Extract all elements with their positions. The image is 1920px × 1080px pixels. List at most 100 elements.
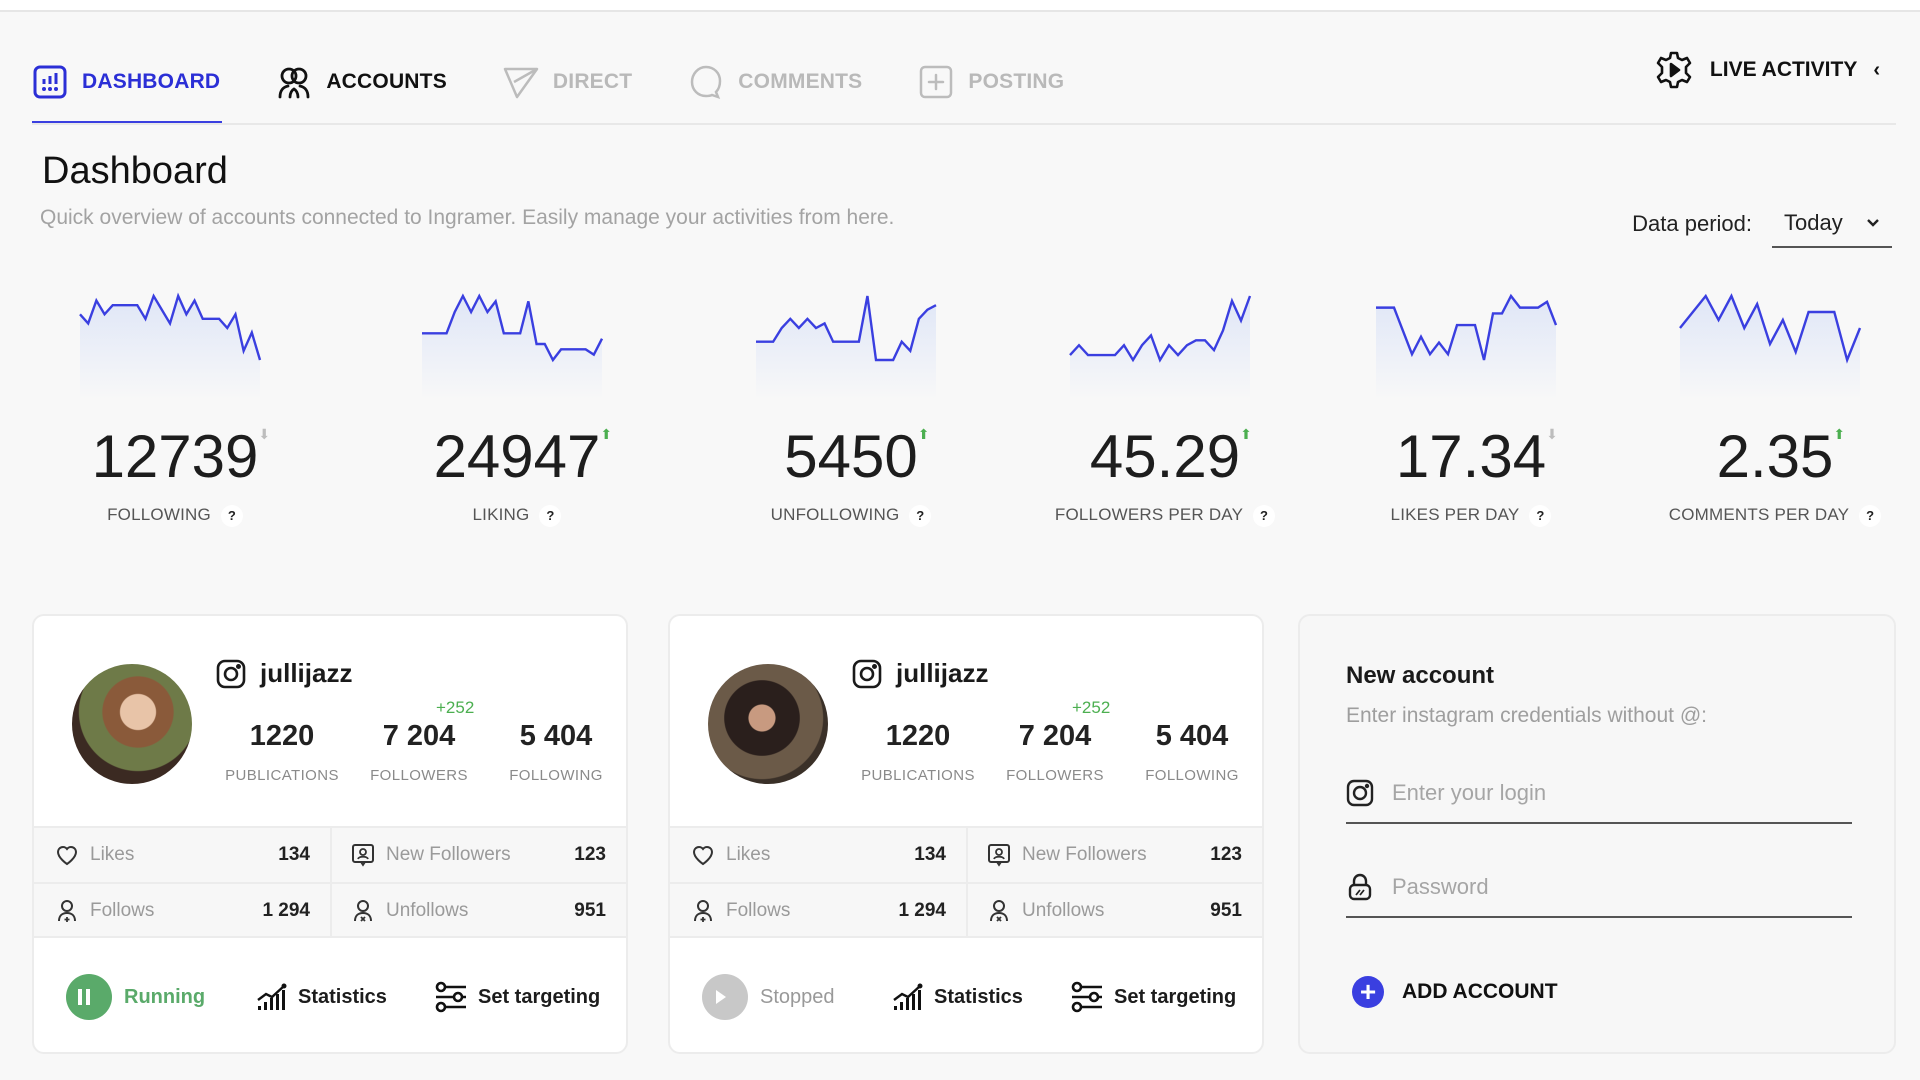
data-period-value: Today (1784, 210, 1843, 235)
help-icon[interactable]: ? (1529, 505, 1552, 527)
status-label: Running (124, 985, 206, 1008)
gear-play-icon (1656, 51, 1692, 89)
account-username[interactable]: jullijazz (216, 658, 352, 689)
set-targeting-label: Set targeting (478, 985, 601, 1008)
account-actions: Running Statistics Set targeting (34, 938, 626, 1052)
followers-delta: +252 (1072, 698, 1111, 717)
top-divider (0, 10, 1920, 12)
password-field (1346, 858, 1852, 918)
nav-accounts-label: ACCOUNTS (326, 70, 447, 93)
sparkline-area (422, 296, 602, 400)
statistics-label: Statistics (934, 985, 1023, 1008)
statistics-button[interactable]: Statistics (256, 982, 387, 1012)
metric-label-text: UNFOLLOWING (770, 505, 900, 524)
sparkline-area (1070, 296, 1250, 400)
username-text: jullijazz (896, 658, 989, 688)
metric-label: COMMENTS PER DAY? (1640, 505, 1910, 527)
metric-label-text: FOLLOWERS PER DAY (1054, 505, 1244, 524)
metric-label: FOLLOWING? (40, 505, 310, 527)
trend-up-icon: ⬆ (1833, 426, 1846, 442)
users-icon (278, 67, 310, 99)
comment-icon (691, 65, 722, 100)
profile-stat-label: FOLLOWERS (370, 767, 468, 784)
metric-likes-per-day: 17.34 ⬇ LIKES PER DAY? (1336, 290, 1636, 540)
sparkline-chart (1376, 293, 1558, 400)
plus-square-icon (920, 65, 953, 99)
nav-divider (32, 123, 1896, 125)
sliders-icon (1071, 981, 1102, 1013)
instagram-icon (1346, 779, 1374, 807)
plus-circle-icon: + (1352, 976, 1384, 1008)
help-icon[interactable]: ? (1859, 505, 1882, 527)
metric-value: 17.34 ⬇ (1336, 422, 1606, 491)
statistics-label: Statistics (298, 985, 387, 1008)
nav-dashboard-label: DASHBOARD (82, 70, 221, 93)
lock-icon (1348, 873, 1372, 901)
avatar[interactable] (708, 664, 828, 784)
metric-label: LIKES PER DAY? (1336, 505, 1606, 527)
status-label: Stopped (760, 985, 835, 1008)
nav-comments[interactable]: COMMENTS (688, 40, 862, 124)
trend-down-icon: ⬇ (1546, 426, 1558, 442)
help-icon[interactable]: ? (539, 505, 562, 527)
activity-value: 134 (278, 844, 310, 865)
pause-icon (66, 974, 112, 1020)
nav-posting[interactable]: POSTING (918, 40, 1064, 124)
set-targeting-button[interactable]: Set targeting (434, 981, 600, 1013)
sparkline-chart (79, 292, 262, 400)
sparkline-chart (1679, 293, 1862, 400)
help-icon[interactable]: ? (220, 505, 243, 527)
metric-unfollowing: 5450 ⬆ UNFOLLOWING? (716, 290, 1016, 540)
activity-cell: Unfollows 951 (966, 884, 1262, 938)
sparkline-chart (422, 293, 604, 400)
activity-value: 123 (574, 844, 606, 865)
activity-value: 123 (1210, 844, 1242, 865)
metric-value: 45.29 ⬆ (1030, 422, 1300, 491)
profile-stat: 1220 PUBLICATIONS (848, 720, 988, 784)
nav-dashboard[interactable]: DASHBOARD (32, 40, 223, 124)
stopped-toggle[interactable]: Stopped (702, 974, 835, 1020)
main-nav: DASHBOARD ACCOUNTS DIRECT COMMENTS POSTI… (32, 40, 1120, 124)
profile-stat-value: 7 204 (1018, 720, 1092, 752)
activity-label: New Followers (386, 844, 511, 865)
activity-cell: Likes 134 (670, 828, 966, 882)
activity-cell: Likes 134 (34, 828, 330, 882)
grid-divider (670, 882, 1262, 884)
metric-comments-per-day: 2.35 ⬆ COMMENTS PER DAY? (1640, 290, 1920, 540)
activity-value: 951 (574, 900, 606, 921)
account-card: jullijazz +252 1220 PUBLICATIONS 7 204 F… (668, 614, 1264, 1054)
set-targeting-label: Set targeting (1114, 985, 1237, 1008)
activity-label: Unfollows (1022, 900, 1105, 921)
new-follower-icon (352, 844, 374, 867)
profile-stat-label: FOLLOWING (1145, 767, 1239, 784)
avatar[interactable] (72, 664, 192, 784)
sparkline-area (1376, 296, 1556, 400)
trend-down-icon: ⬇ (258, 426, 271, 442)
set-targeting-button[interactable]: Set targeting (1070, 981, 1236, 1013)
activity-cell: New Followers 123 (330, 828, 626, 882)
data-period-select[interactable]: Today (1772, 200, 1892, 248)
live-activity-button[interactable]: LIVE ACTIVITY ‹ (1654, 40, 1880, 100)
help-icon[interactable]: ? (1253, 505, 1276, 527)
login-input[interactable] (1392, 780, 1852, 806)
running-toggle[interactable]: Running (66, 974, 205, 1020)
password-input[interactable] (1392, 874, 1852, 900)
account-username[interactable]: jullijazz (852, 658, 988, 689)
metric-label-text: COMMENTS PER DAY (1668, 505, 1850, 524)
top-bar (0, 0, 1920, 10)
metric-value: 2.35 ⬆ (1640, 422, 1910, 491)
add-account-button[interactable]: + ADD ACCOUNT (1352, 976, 1558, 1008)
metrics-row: 12739 ⬇ FOLLOWING? 24947 ⬆ LIKING? 5450 ⬆ UNFO… (40, 290, 1900, 540)
statistics-button[interactable]: Statistics (892, 982, 1023, 1012)
profile-stat-label: PUBLICATIONS (861, 767, 975, 784)
nav-direct[interactable]: DIRECT (503, 40, 632, 124)
account-card: jullijazz +252 1220 PUBLICATIONS 7 204 F… (32, 614, 628, 1054)
help-icon[interactable]: ? (909, 505, 932, 527)
new-account-subtitle: Enter instagram credentials without @: (1346, 704, 1707, 727)
activity-label: Follows (90, 900, 155, 921)
nav-accounts[interactable]: ACCOUNTS (276, 40, 447, 124)
metric-liking: 24947 ⬆ LIKING? (382, 290, 682, 540)
activity-label: Likes (90, 844, 135, 865)
profile-stat: 1220 PUBLICATIONS (212, 720, 352, 784)
nav-direct-label: DIRECT (552, 70, 633, 93)
